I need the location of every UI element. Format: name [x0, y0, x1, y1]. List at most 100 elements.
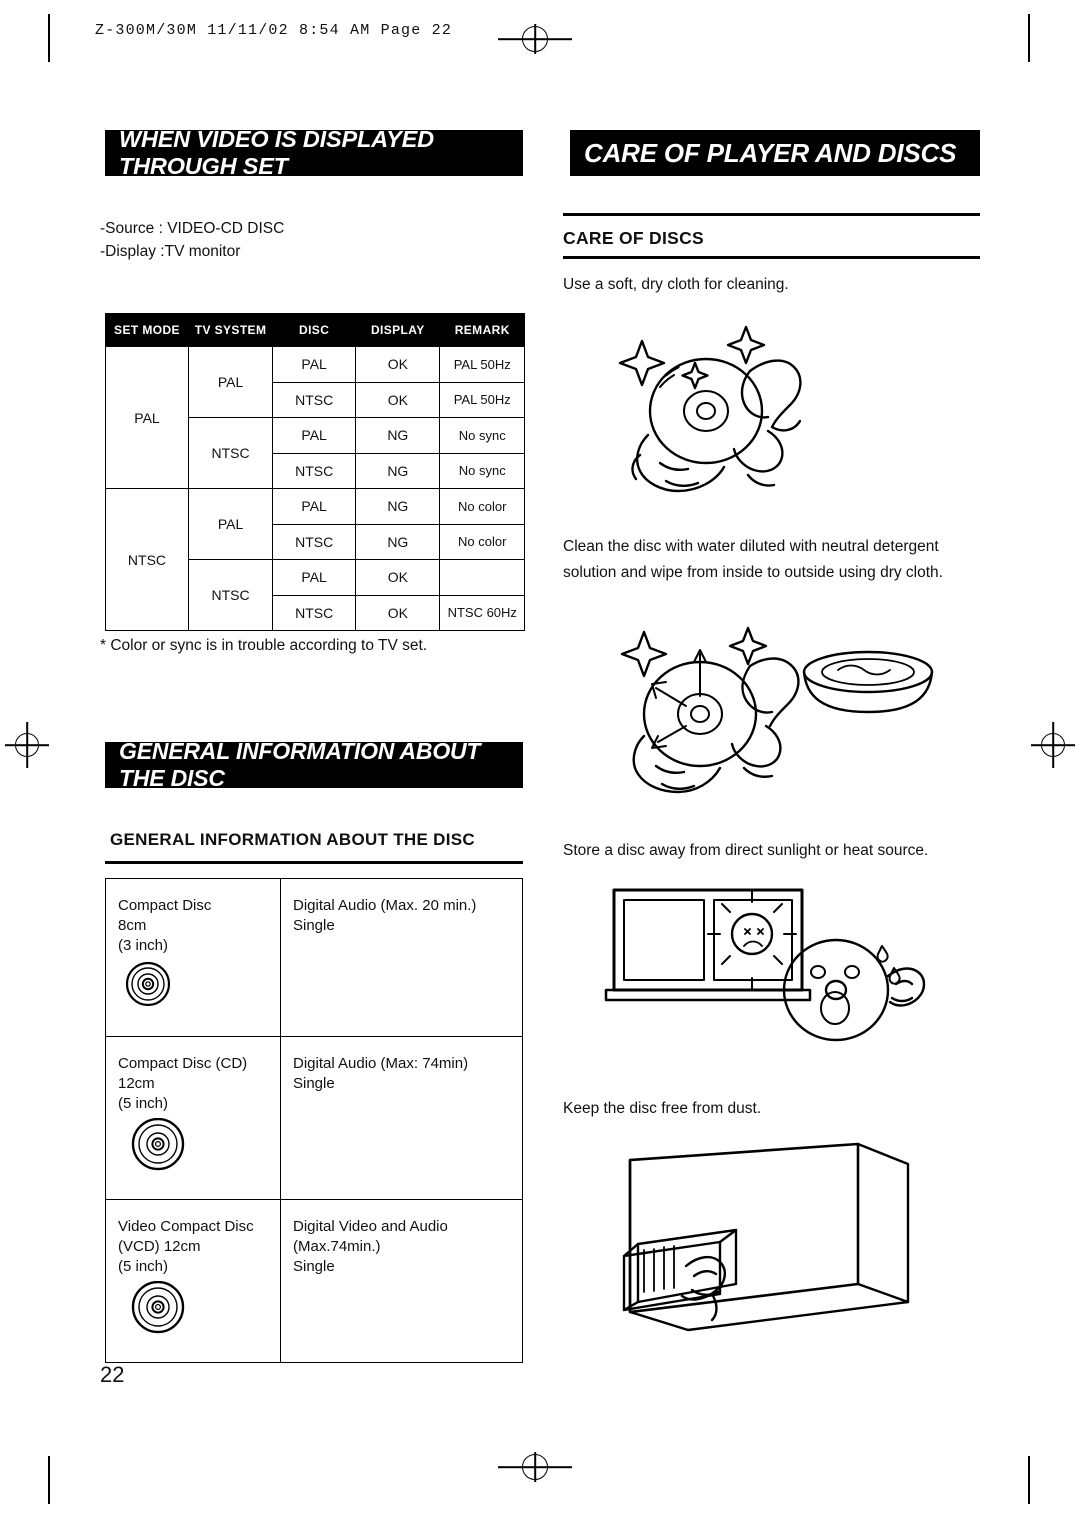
crop-mark-top-left: [48, 14, 50, 62]
disc-content: Digital Audio (Max: 74min): [293, 1055, 469, 1072]
cell-display: NG: [355, 488, 441, 525]
cell-tv-system: PAL: [187, 488, 274, 560]
cell-disc: NTSC: [272, 381, 357, 418]
banner-care-label: CARE OF PLAYER AND DISCS: [584, 137, 957, 168]
disc-size: (VCD) 12cm: [118, 1238, 201, 1255]
illustration-wash-disc: [598, 610, 948, 815]
compact-disc-12cm-icon: [118, 1117, 280, 1178]
cell-display: NG: [355, 417, 441, 454]
illustration-store-disc: [608, 1134, 938, 1339]
crop-mark-bottom-right: [1028, 1456, 1030, 1504]
disc-inch: (5 inch): [118, 1258, 169, 1275]
cell-disc: PAL: [272, 417, 357, 454]
care-paragraph-3: Store a disc away from direct sunlight o…: [563, 842, 929, 859]
cell-tv-system: PAL: [187, 346, 274, 418]
print-header-code: Z-300M/30M 11/11/02 8:54 AM Page 22: [95, 22, 453, 39]
cell-display: OK: [355, 381, 441, 418]
disc-cell-type: Compact Disc 8cm (3 inch): [105, 878, 281, 1037]
cell-disc: PAL: [272, 346, 357, 383]
crop-mark-bottom-left: [48, 1456, 50, 1504]
th-display: DISPLAY: [355, 313, 441, 347]
care-paragraph-2: Clean the disc with water diluted with n…: [563, 538, 943, 581]
registration-mark-left: [5, 722, 49, 768]
cell-disc: NTSC: [272, 452, 357, 489]
color-sync-note: * Color or sync is in trouble according …: [100, 637, 428, 654]
cell-remark: NTSC 60Hz: [439, 594, 525, 631]
disc-cell-content: Digital Video and Audio (Max.74min.) Sin…: [280, 1199, 523, 1363]
video-compact-disc-icon: [118, 1280, 280, 1341]
banner-general-information: GENERAL INFORMATION ABOUT THE DISC: [105, 738, 523, 791]
cell-tv-system: NTSC: [187, 417, 274, 489]
disc-side: Single: [293, 917, 335, 934]
table-row: NTSC PAL PAL NG No color: [105, 488, 525, 631]
cell-remark: PAL 50Hz: [439, 381, 525, 418]
cell-set-mode: PAL: [105, 346, 189, 489]
disc-types-table: Compact Disc 8cm (3 inch) Digital Audio …: [105, 878, 523, 1363]
table-row: Compact Disc 8cm (3 inch) Digital Audio …: [105, 878, 523, 1037]
cell-disc: PAL: [272, 559, 357, 596]
cell-display: NG: [355, 523, 441, 560]
disc-inch: (5 inch): [118, 1095, 169, 1112]
disc-cell-content: Digital Audio (Max. 20 min.) Single: [280, 878, 523, 1037]
registration-mark-top: [498, 24, 572, 54]
th-tv-system: TV SYSTEM: [187, 313, 274, 347]
disc-name: Video Compact Disc: [118, 1218, 254, 1235]
cell-set-mode: NTSC: [105, 488, 189, 631]
disc-inch: (3 inch): [118, 937, 169, 954]
disc-size: 12cm: [118, 1075, 155, 1092]
table-header-row: SET MODE TV SYSTEM DISC DISPLAY REMARK: [105, 313, 525, 347]
page-number: 22: [100, 1362, 125, 1387]
disc-name: Compact Disc: [118, 897, 212, 914]
disc-content: Digital Audio (Max. 20 min.): [293, 897, 477, 914]
disc-cell-content: Digital Audio (Max: 74min) Single: [280, 1036, 523, 1200]
table-row: Video Compact Disc (VCD) 12cm (5 inch) D…: [105, 1199, 523, 1363]
disc-size: 8cm: [118, 917, 147, 934]
disc-content: Digital Video and Audio (Max.74min.): [293, 1218, 448, 1255]
cell-display: OK: [355, 346, 441, 383]
disc-side: Single: [293, 1258, 335, 1275]
care-paragraph-1: Use a soft, dry cloth for cleaning.: [563, 276, 789, 293]
banner-video-label: WHEN VIDEO IS DISPLAYED THROUGH SET: [119, 126, 434, 179]
cell-disc: PAL: [272, 488, 357, 525]
care-of-discs-heading: CARE OF DISCS: [563, 228, 704, 248]
set-mode-table: SET MODE TV SYSTEM DISC DISPLAY REMARK P…: [105, 313, 525, 631]
care-paragraph-4: Keep the disc free from dust.: [563, 1100, 762, 1117]
cell-remark: No color: [439, 488, 525, 525]
display-line: -Display :TV monitor: [100, 243, 241, 260]
cell-display: OK: [355, 559, 441, 596]
general-info-heading: GENERAL INFORMATION ABOUT THE DISC: [110, 830, 475, 849]
manual-page: Z-300M/30M 11/11/02 8:54 AM Page 22 WHEN…: [0, 0, 1080, 1528]
cell-display: OK: [355, 594, 441, 631]
general-info-rule: [105, 861, 523, 864]
th-remark: REMARK: [439, 313, 525, 347]
cell-remark: [439, 559, 525, 596]
cell-remark: No color: [439, 523, 525, 560]
source-line: -Source : VIDEO-CD DISC: [100, 220, 285, 237]
care-rule-top: [563, 213, 980, 216]
disc-name: Compact Disc (CD): [118, 1055, 248, 1072]
registration-mark-right: [1031, 722, 1075, 768]
cell-remark: No sync: [439, 417, 525, 454]
table-row: Compact Disc (CD) 12cm (5 inch) Digital …: [105, 1036, 523, 1200]
banner-when-video-displayed: WHEN VIDEO IS DISPLAYED THROUGH SET: [105, 126, 523, 179]
cell-disc: NTSC: [272, 594, 357, 631]
th-set-mode: SET MODE: [105, 313, 189, 347]
registration-mark-bottom: [498, 1452, 572, 1482]
care-rule-bottom: [563, 256, 980, 259]
disc-cell-type: Compact Disc (CD) 12cm (5 inch): [105, 1036, 281, 1200]
illustration-wipe-disc: [600, 305, 940, 520]
banner-care-of-player: CARE OF PLAYER AND DISCS: [570, 130, 980, 176]
crop-mark-top-right: [1028, 14, 1030, 62]
cell-remark: PAL 50Hz: [439, 346, 525, 383]
cell-display: NG: [355, 452, 441, 489]
cell-tv-system: NTSC: [187, 559, 274, 631]
disc-cell-type: Video Compact Disc (VCD) 12cm (5 inch): [105, 1199, 281, 1363]
illustration-avoid-sunlight: [600, 872, 940, 1077]
compact-disc-8cm-icon: [118, 960, 280, 1012]
disc-side: Single: [293, 1075, 335, 1092]
table-row: PAL PAL PAL OK PAL 50Hz: [105, 346, 525, 489]
banner-general-label: GENERAL INFORMATION ABOUT THE DISC: [119, 738, 481, 791]
cell-remark: No sync: [439, 452, 525, 489]
th-disc: DISC: [272, 313, 357, 347]
cell-disc: NTSC: [272, 523, 357, 560]
